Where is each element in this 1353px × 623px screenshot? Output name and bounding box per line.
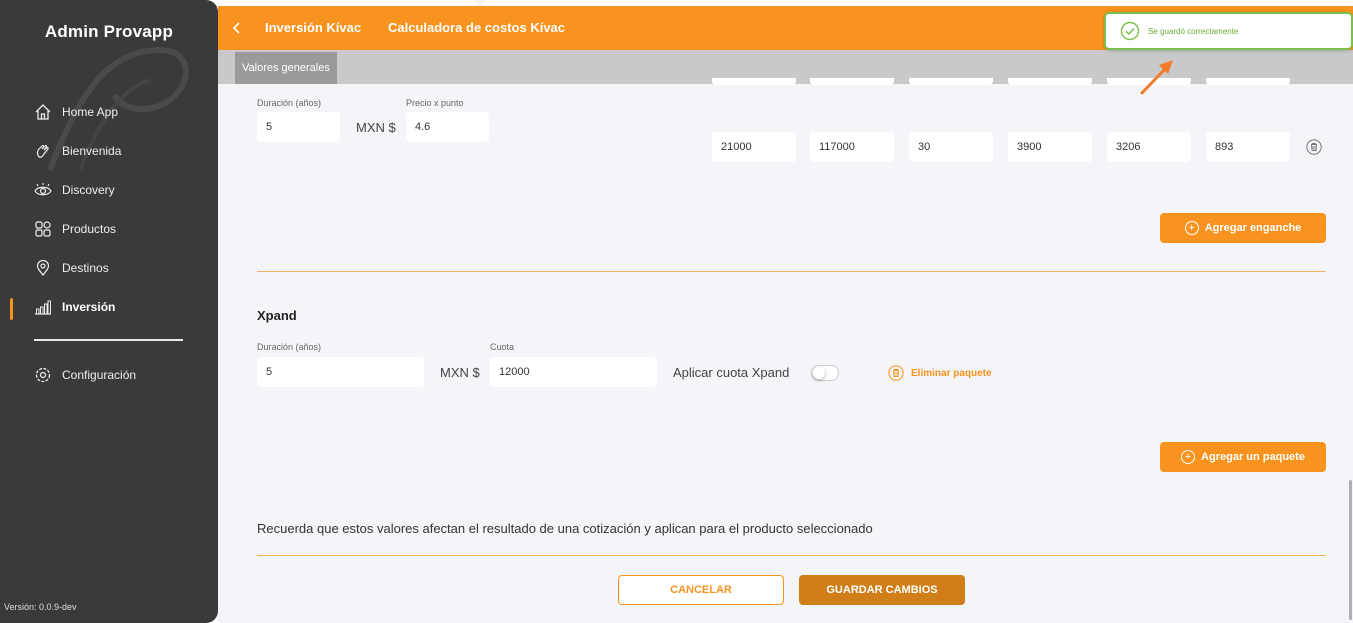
enganche-value-input[interactable]: 21000 xyxy=(712,132,796,162)
sidebar: Admin Provapp Home App Bienvenida Discov… xyxy=(0,0,218,623)
sidebar-item-destinos[interactable]: Destinos xyxy=(34,257,109,279)
toast-message: Se guardó correctamente xyxy=(1148,26,1239,36)
sidebar-item-label: Bienvenida xyxy=(62,144,122,158)
cancel-button[interactable]: CANCELAR xyxy=(618,575,784,605)
sidebar-item-label: Home App xyxy=(62,105,119,119)
scrollbar[interactable] xyxy=(1349,480,1352,620)
add-enganche-label: Agregar enganche xyxy=(1204,222,1302,234)
enganche-value-input[interactable]: 30 xyxy=(909,132,993,162)
duration-input[interactable]: 5 xyxy=(257,112,340,142)
sidebar-item-label: Productos xyxy=(62,222,117,236)
grid-icon xyxy=(34,220,52,238)
apply-xpand-fee-label: Aplicar cuota Xpand xyxy=(673,365,790,380)
sidebar-item-configuracion[interactable]: Configuración xyxy=(34,364,136,386)
info-note: Recuerda que estos valores afectan el re… xyxy=(257,521,873,536)
eye-icon xyxy=(34,181,52,199)
enganche-value-input[interactable]: 3900 xyxy=(1008,132,1092,162)
success-toast: Se guardó correctamente xyxy=(1104,12,1353,50)
fee-label: Cuota xyxy=(490,342,515,352)
brand-title: Admin Provapp xyxy=(44,22,174,41)
main-content: Inversión Kívac Calculadora de costos Kí… xyxy=(218,0,1353,623)
currency-label: MXN $ xyxy=(440,365,480,380)
sidebar-item-discovery[interactable]: Discovery xyxy=(34,179,115,201)
section-divider xyxy=(257,271,1326,272)
wave-hand-icon xyxy=(34,142,52,160)
sidebar-item-productos[interactable]: Productos xyxy=(34,218,116,240)
cut-off-input xyxy=(909,78,993,85)
check-circle-icon xyxy=(1120,21,1140,41)
duration-label: Duración (años) xyxy=(257,342,322,352)
sidebar-item-label: Discovery xyxy=(62,183,115,197)
xpand-duration-input[interactable]: 5 xyxy=(257,357,424,387)
sidebar-item-label: Destinos xyxy=(62,261,109,275)
add-circle-icon: + xyxy=(1184,221,1199,235)
back-arrow-icon[interactable] xyxy=(230,17,244,39)
footer-divider xyxy=(257,555,1326,556)
enganche-value-input[interactable]: 117000 xyxy=(810,132,894,162)
app-root: Admin Provapp Home App Bienvenida Discov… xyxy=(0,0,1353,623)
delete-package-label: Eliminar paquete xyxy=(911,367,992,379)
cut-off-input xyxy=(712,78,796,85)
sidebar-item-bienvenida[interactable]: Bienvenida xyxy=(34,140,121,162)
save-changes-button[interactable]: GUARDAR CAMBIOS xyxy=(799,575,965,605)
add-enganche-button[interactable]: + Agregar enganche xyxy=(1160,213,1326,243)
currency-label: MXN $ xyxy=(356,120,396,135)
price-per-point-label: Precio x punto xyxy=(406,98,464,108)
breadcrumb-calculadora: Calculadora de costos Kívac xyxy=(388,20,566,35)
sidebar-item-inversion[interactable]: Inversión xyxy=(34,296,115,318)
enganche-value-input[interactable]: 3206 xyxy=(1107,132,1191,162)
location-pin-icon xyxy=(34,259,52,277)
toggle-knob xyxy=(813,367,825,379)
pointer-arrow-icon xyxy=(1140,60,1173,95)
trash-icon xyxy=(888,365,904,381)
bar-chart-icon xyxy=(34,298,52,316)
duration-label: Duración (años) xyxy=(257,98,322,108)
delete-package-button[interactable]: Eliminar paquete xyxy=(888,365,992,381)
version-text: Versión: 0.0.9-dev xyxy=(4,602,77,612)
cut-off-input xyxy=(1206,78,1290,85)
breadcrumb-inversion[interactable]: Inversión Kívac xyxy=(265,20,361,35)
cut-off-input xyxy=(810,78,894,85)
apply-xpand-fee-toggle[interactable] xyxy=(811,365,839,381)
add-package-label: Agregar un paquete xyxy=(1201,451,1305,463)
enganche-value-input[interactable]: 893 xyxy=(1206,132,1290,162)
sidebar-item-label: Inversión xyxy=(62,300,116,314)
active-indicator xyxy=(10,298,13,320)
cut-off-input xyxy=(1008,78,1092,85)
trash-icon[interactable] xyxy=(1306,139,1322,155)
price-per-point-input[interactable]: 4.6 xyxy=(406,112,489,142)
header-notch xyxy=(474,0,486,6)
sidebar-divider xyxy=(34,339,183,341)
xpand-fee-input[interactable]: 12000 xyxy=(490,357,657,387)
settings-icon xyxy=(34,366,52,384)
tab-valores-generales[interactable]: Valores generales xyxy=(235,52,337,84)
add-circle-icon: + xyxy=(1181,450,1196,464)
add-package-button[interactable]: + Agregar un paquete xyxy=(1160,442,1326,472)
package-title: Xpand xyxy=(257,308,297,323)
sidebar-item-home-app[interactable]: Home App xyxy=(34,101,118,123)
sidebar-item-label: Configuración xyxy=(62,368,137,382)
home-icon xyxy=(34,103,52,121)
